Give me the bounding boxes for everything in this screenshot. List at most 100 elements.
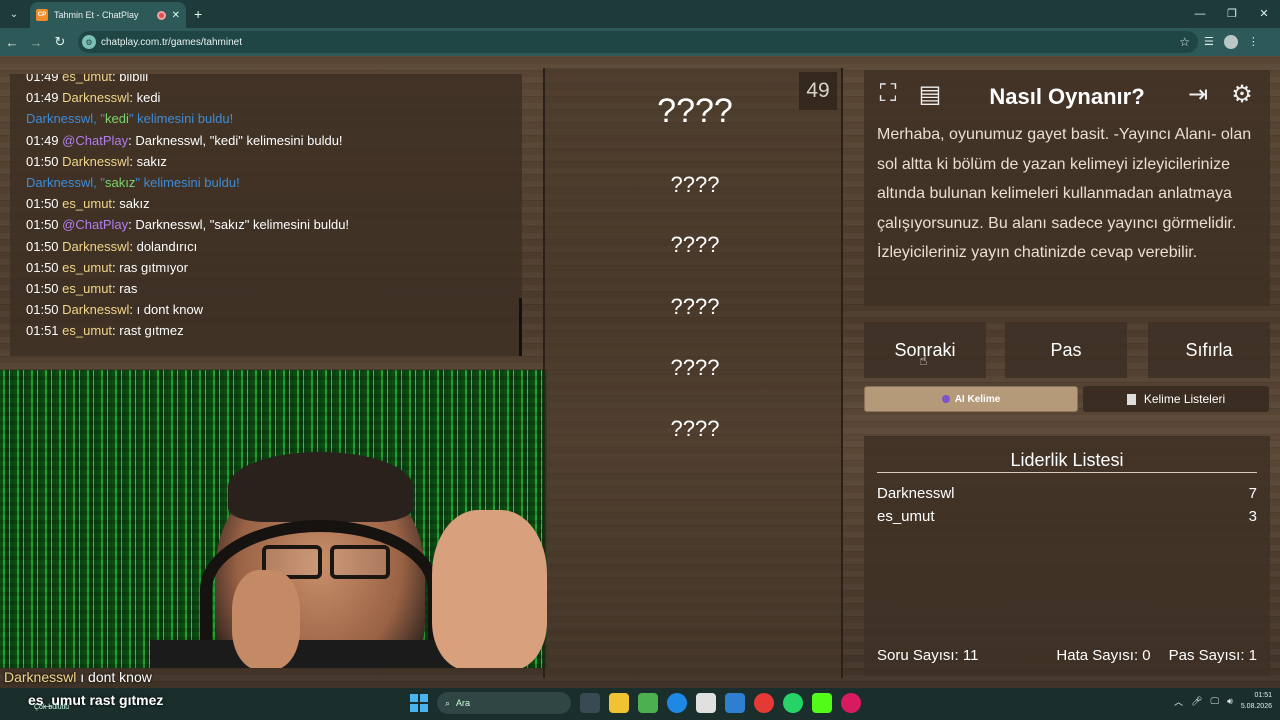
menu-kebab-icon[interactable]: ⋮ xyxy=(1248,35,1259,49)
player-score: 3 xyxy=(1248,508,1257,525)
close-tab-icon[interactable]: ✕ xyxy=(172,10,180,21)
player-name: Darknesswl xyxy=(877,485,955,502)
exit-icon[interactable]: ⇥ xyxy=(1182,78,1214,110)
search-icon: ⌕ xyxy=(445,697,451,708)
url-text: chatplay.com.tr/games/tahminet xyxy=(101,36,242,48)
task-view-icon[interactable] xyxy=(580,693,600,713)
word-slot: ???? xyxy=(670,172,720,197)
favicon-icon: CP xyxy=(36,9,48,21)
chat-username[interactable]: es_umut xyxy=(62,281,112,296)
chat-message: 01:50 es_umut: sakız xyxy=(26,196,150,212)
close-window-icon[interactable]: ✕ xyxy=(1248,0,1280,28)
url-field[interactable]: ⚙ chatplay.com.tr/games/tahminet ☆ xyxy=(78,31,1198,53)
chat-username[interactable]: Darknesswl xyxy=(62,239,129,254)
tab-search-icon[interactable]: ⌄ xyxy=(0,0,28,28)
clock[interactable]: 01:51 5.08.2026 xyxy=(1241,690,1272,712)
file-explorer-icon[interactable] xyxy=(609,693,629,713)
leaderboard-row: Darknesswl 7 xyxy=(877,485,1257,502)
chat-username[interactable]: Darknesswl xyxy=(62,302,129,317)
address-bar-row: ← → ↻ ⚙ chatplay.com.tr/games/tahminet ☆… xyxy=(0,28,1280,56)
new-tab-button[interactable]: + xyxy=(194,6,202,22)
kick-icon[interactable] xyxy=(812,693,832,713)
tab-title: Tahmin Et - ChatPlay xyxy=(54,10,139,20)
mic-icon[interactable]: 🎤︎ xyxy=(1191,696,1202,707)
leaderboard-divider xyxy=(877,472,1257,473)
weather-widget[interactable]: Çok bulutlu xyxy=(34,704,69,711)
chat-username[interactable]: Darknesswl xyxy=(62,154,129,169)
back-icon[interactable]: ← xyxy=(0,35,24,50)
forward-icon[interactable]: → xyxy=(24,35,48,50)
chat-username[interactable]: @ChatPlay xyxy=(62,217,128,232)
recording-icon xyxy=(156,10,166,20)
word-slot: ???? xyxy=(670,232,720,257)
volume-icon[interactable]: 🔊︎ xyxy=(1227,696,1233,707)
streamer-right-hand xyxy=(432,510,547,668)
chat-message: Darknesswl, "kedi" kelimesini buldu! xyxy=(26,111,234,127)
network-icon[interactable]: 🖵︎ xyxy=(1210,696,1219,707)
minimize-icon[interactable]: — xyxy=(1184,0,1216,28)
word-slot: ???? xyxy=(670,355,720,380)
streamer-left-hand xyxy=(232,570,300,668)
reset-button[interactable]: Sıfırla xyxy=(1148,322,1270,378)
chat-message: 01:49 es_umut: bilbili xyxy=(26,74,522,87)
chat-username[interactable]: Darknesswl xyxy=(62,90,129,105)
chat-message: 01:50 Darknesswl: dolandırıcı xyxy=(26,238,198,254)
chat-panel: 01:49 es_umut: bilbili 01:49 Darknesswl: … xyxy=(10,74,522,356)
chat-message: 01:50 Darknesswl: sakız xyxy=(26,153,167,169)
chat-message: 01:49 Darknesswl: kedi xyxy=(26,90,161,106)
profile-avatar-icon[interactable] xyxy=(1223,35,1238,49)
list-icon xyxy=(1126,393,1136,405)
pass-button[interactable]: Pas xyxy=(1005,322,1127,378)
reload-icon[interactable]: ↻ xyxy=(48,34,72,50)
error-count: Hata Sayısı: 0 xyxy=(1056,647,1151,664)
settings-gear-icon[interactable]: ⚙ xyxy=(1226,78,1258,110)
site-info-icon[interactable]: ⚙ xyxy=(82,35,96,49)
restore-icon[interactable]: ❐ xyxy=(1216,0,1248,28)
taskbar-search[interactable]: ⌕ Ara xyxy=(437,692,571,714)
tab-ai-word[interactable]: AI Kelime xyxy=(864,386,1078,412)
tray-chevron-icon[interactable]: ︿ xyxy=(1174,695,1183,708)
chat-username[interactable]: es_umut xyxy=(62,323,112,338)
tab-groups-icon[interactable]: ☰ xyxy=(1204,35,1214,49)
chat-username[interactable]: es_umut xyxy=(62,260,112,275)
leaderboard-row: es_umut 3 xyxy=(877,508,1257,525)
chat-message: 01:49 @ChatPlay: Darknesswl, "kedi" keli… xyxy=(26,132,343,148)
chat-username[interactable]: es_umut xyxy=(62,196,112,211)
taskbar-apps: ⌕ Ara xyxy=(410,692,861,714)
whatsapp-icon[interactable] xyxy=(783,693,803,713)
leaderboard-title: Liderlik Listesi xyxy=(1010,450,1124,470)
how-to-play-text: Merhaba, oyunumuz gayet basit. -Yayıncı … xyxy=(877,126,1252,262)
leaderboard-panel: Liderlik Listesi Darknesswl 7 es_umut 3 … xyxy=(864,436,1270,676)
pass-count: Pas Sayısı: 1 xyxy=(1168,647,1257,664)
mail-icon[interactable] xyxy=(725,693,745,713)
video-chat-overlay-line: Darknesswl ı dont know xyxy=(4,669,152,685)
start-windows-icon[interactable] xyxy=(410,694,428,712)
browser-tab[interactable]: CP Tahmin Et - ChatPlay ✕ xyxy=(30,2,186,28)
player-score: 7 xyxy=(1248,485,1257,502)
word-slot: ???? xyxy=(670,294,720,319)
chat-scrollbar[interactable] xyxy=(519,298,522,356)
chrome-icon[interactable] xyxy=(754,693,774,713)
chat-username[interactable]: es_umut xyxy=(62,74,112,84)
chat-message: 01:50 es_umut: ras gıtmıyor xyxy=(26,259,188,275)
word-column: 49 ???? ???? ???? ???? ???? ???? xyxy=(543,68,843,678)
window-controls: — ❐ ✕ xyxy=(1184,0,1280,28)
record-app-icon[interactable] xyxy=(841,693,861,713)
browser-tab-strip: ⌄ CP Tahmin Et - ChatPlay ✕ + — ❐ ✕ xyxy=(0,0,1280,28)
stats-row: Soru Sayısı: 11 Hata Sayısı: 0 Pas Sayıs… xyxy=(877,647,1257,664)
chat-message: 01:51 es_umut: rast gıtmez xyxy=(26,323,184,339)
chat-message: 01:50 @ChatPlay: Darknesswl, "sakız" kel… xyxy=(26,217,350,233)
chat-message: 01:50 es_umut: ras xyxy=(26,281,138,297)
word-slot: ???? xyxy=(670,416,720,441)
system-tray: ︿ 🎤︎ 🖵︎ 🔊︎ 01:51 5.08.2026 xyxy=(1174,690,1272,712)
word-slot-main: ???? xyxy=(657,92,733,130)
tab-word-lists[interactable]: Kelime Listeleri xyxy=(1083,386,1269,412)
calendar-icon[interactable] xyxy=(696,693,716,713)
bookmark-star-icon[interactable]: ☆ xyxy=(1179,35,1190,49)
player-name: es_umut xyxy=(877,508,935,525)
next-button[interactable]: Sonraki xyxy=(864,322,986,378)
store-icon[interactable] xyxy=(638,693,658,713)
chat-username[interactable]: @ChatPlay xyxy=(62,133,128,148)
chat-message: 01:50 Darknesswl: ı dont know xyxy=(26,302,204,318)
edge-icon[interactable] xyxy=(667,693,687,713)
